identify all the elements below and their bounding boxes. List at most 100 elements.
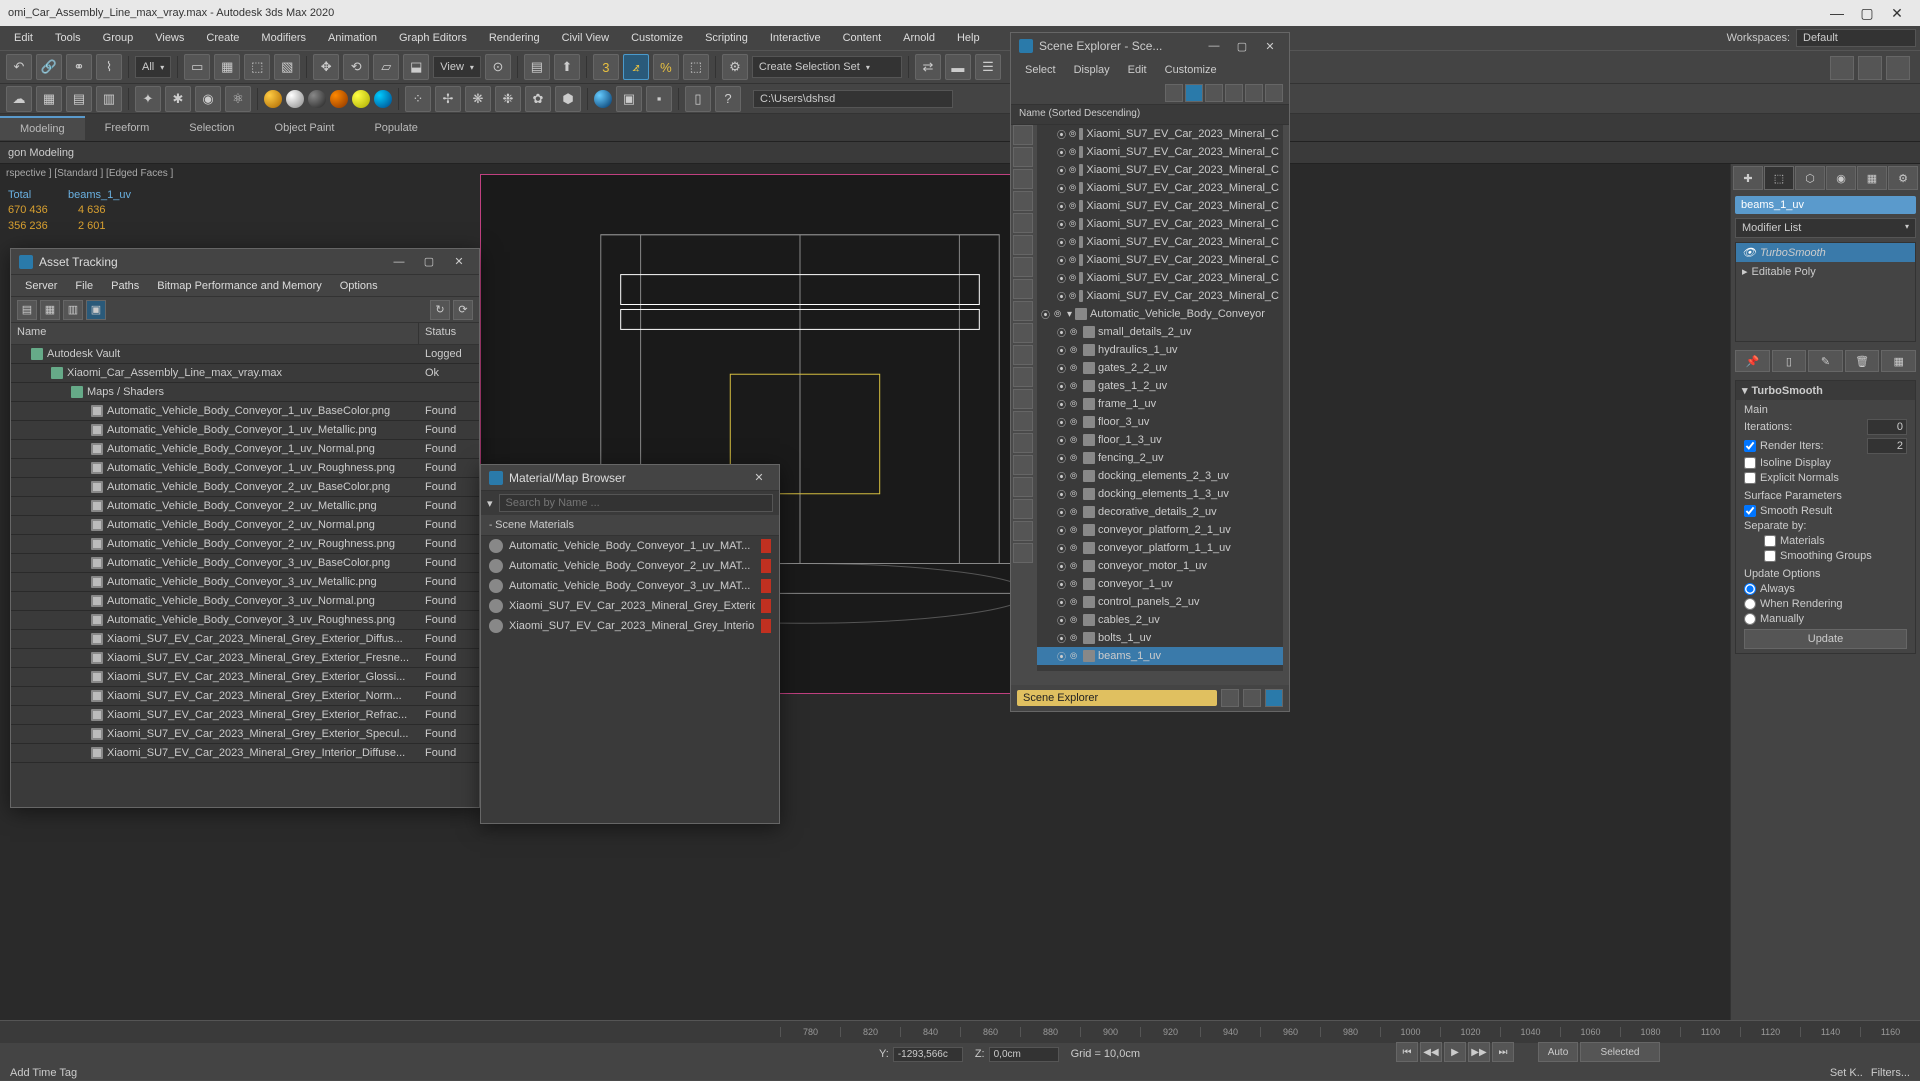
se-side-o[interactable] — [1013, 433, 1033, 453]
selection-filter[interactable]: All — [135, 56, 171, 78]
tool-d[interactable]: ✱ — [165, 86, 191, 112]
menu-customize[interactable]: Customize — [621, 29, 693, 47]
at-row[interactable]: Xiaomi_SU7_EV_Car_2023_Mineral_Grey_Exte… — [11, 687, 479, 706]
at-tb-b[interactable]: ▦ — [40, 300, 60, 320]
se-menu-select[interactable]: Select — [1017, 62, 1064, 78]
se-menu-display[interactable]: Display — [1066, 62, 1118, 78]
close-button[interactable]: ✕ — [1882, 3, 1912, 23]
select-by-name[interactable]: ▦ — [214, 54, 240, 80]
se-item[interactable]: ⦿⦾docking_elements_2_3_uv — [1037, 467, 1283, 485]
se-item[interactable]: ⦿⦾Xiaomi_SU7_EV_Car_2023_Mineral_C — [1037, 125, 1283, 143]
at-tb-sync[interactable]: ⟳ — [453, 300, 473, 320]
se-item[interactable]: ⦿⦾Xiaomi_SU7_EV_Car_2023_Mineral_C — [1037, 269, 1283, 287]
stack-turbosmooth[interactable]: 👁 TurboSmooth — [1736, 243, 1915, 262]
se-column-header[interactable]: Name (Sorted Descending) — [1011, 105, 1289, 125]
material-item[interactable]: Xiaomi_SU7_EV_Car_2023_Mineral_Grey_Exte… — [481, 596, 779, 616]
menu-help[interactable]: Help — [947, 29, 990, 47]
material-item[interactable]: Automatic_Vehicle_Body_Conveyor_3_uv_MAT… — [481, 576, 779, 596]
particle-b[interactable]: ✢ — [435, 86, 461, 112]
select-region[interactable]: ⬚ — [244, 54, 270, 80]
cp-tab-utilities[interactable]: ⚙ — [1888, 166, 1918, 190]
se-item[interactable]: ⦿⦾gates_2_2_uv — [1037, 359, 1283, 377]
at-tb-c[interactable]: ▥ — [63, 300, 83, 320]
tool-b[interactable]: ▤ — [66, 86, 92, 112]
at-row[interactable]: Xiaomi_SU7_EV_Car_2023_Mineral_Grey_Exte… — [11, 668, 479, 687]
se-item[interactable]: ⦿⦾Xiaomi_SU7_EV_Car_2023_Mineral_C — [1037, 251, 1283, 269]
selected-combo[interactable]: Selected — [1580, 1042, 1660, 1062]
set-key[interactable]: Set K.. — [1830, 1067, 1863, 1079]
se-maximize[interactable]: ▢ — [1231, 37, 1253, 55]
at-row[interactable]: Automatic_Vehicle_Body_Conveyor_1_uv_Nor… — [11, 440, 479, 459]
ribbon-tab-object paint[interactable]: Object Paint — [255, 117, 355, 139]
sphere-blue-icon[interactable] — [374, 90, 392, 108]
percent-snap[interactable]: % — [653, 54, 679, 80]
cp-tab-hierarchy[interactable]: ⬡ — [1795, 166, 1825, 190]
material-item[interactable]: Automatic_Vehicle_Body_Conveyor_1_uv_MAT… — [481, 536, 779, 556]
se-side-b[interactable] — [1013, 147, 1033, 167]
tool-i[interactable]: ▯ — [685, 86, 711, 112]
at-menu-server[interactable]: Server — [17, 278, 65, 294]
prev-frame[interactable]: ◀◀ — [1420, 1042, 1442, 1062]
se-item[interactable]: ⦿⦾small_details_2_uv — [1037, 323, 1283, 341]
se-side-l[interactable] — [1013, 367, 1033, 387]
at-row[interactable]: Automatic_Vehicle_Body_Conveyor_2_uv_Nor… — [11, 516, 479, 535]
at-maximize[interactable]: ▢ — [417, 253, 441, 271]
se-menu-customize[interactable]: Customize — [1157, 62, 1225, 78]
at-tb-d[interactable]: ▣ — [86, 300, 106, 320]
at-row[interactable]: Automatic_Vehicle_Body_Conveyor_1_uv_Met… — [11, 421, 479, 440]
se-side-r[interactable] — [1013, 499, 1033, 519]
at-row[interactable]: Xiaomi_SU7_EV_Car_2023_Mineral_Grey_Exte… — [11, 630, 479, 649]
se-item[interactable]: ⦿⦾floor_3_uv — [1037, 413, 1283, 431]
render-iters-check[interactable] — [1744, 440, 1756, 452]
material-item[interactable]: Automatic_Vehicle_Body_Conveyor_2_uv_MAT… — [481, 556, 779, 576]
se-side-n[interactable] — [1013, 411, 1033, 431]
at-row[interactable]: Xiaomi_SU7_EV_Car_2023_Mineral_Grey_Inte… — [11, 744, 479, 763]
tool-e[interactable]: ◉ — [195, 86, 221, 112]
cloud-icon[interactable]: ☁ — [6, 86, 32, 112]
help-icon[interactable]: ? — [715, 86, 741, 112]
stack-config[interactable]: ▦ — [1881, 350, 1916, 372]
sphere-grey-icon[interactable] — [308, 90, 326, 108]
play[interactable]: ▶ — [1444, 1042, 1466, 1062]
se-item[interactable]: ⦿⦾conveyor_platform_2_1_uv — [1037, 521, 1283, 539]
when-rendering-radio[interactable] — [1744, 598, 1756, 610]
se-close[interactable]: ✕ — [1259, 37, 1281, 55]
se-item[interactable]: ⦿⦾Xiaomi_SU7_EV_Car_2023_Mineral_C — [1037, 143, 1283, 161]
material-item[interactable]: Xiaomi_SU7_EV_Car_2023_Mineral_Grey_Inte… — [481, 616, 779, 636]
render-frame-icon[interactable] — [1858, 56, 1882, 80]
snap-toggle-3[interactable]: 3 — [593, 54, 619, 80]
scale-tool[interactable]: ▱ — [373, 54, 399, 80]
stack-show[interactable]: ▯ — [1772, 350, 1807, 372]
se-side-i[interactable] — [1013, 301, 1033, 321]
stack-unique[interactable]: ✎ — [1808, 350, 1843, 372]
object-name[interactable]: beams_1_uv — [1735, 196, 1916, 214]
unlink-button[interactable]: ⌇ — [96, 54, 122, 80]
smooth-result-check[interactable] — [1744, 505, 1756, 517]
menu-arnold[interactable]: Arnold — [893, 29, 945, 47]
timeline[interactable]: 7808208408608809009209409609801000102010… — [0, 1021, 1920, 1043]
menu-graph-editors[interactable]: Graph Editors — [389, 29, 477, 47]
se-side-a[interactable] — [1013, 125, 1033, 145]
sphere-white-icon[interactable] — [286, 90, 304, 108]
spinner-snap[interactable]: ⬚ — [683, 54, 709, 80]
menu-modifiers[interactable]: Modifiers — [251, 29, 316, 47]
window-crossing[interactable]: ▧ — [274, 54, 300, 80]
cp-tab-display[interactable]: ▦ — [1857, 166, 1887, 190]
light-icon[interactable]: ✦ — [135, 86, 161, 112]
align[interactable]: ▬ — [945, 54, 971, 80]
ribbon-tab-selection[interactable]: Selection — [169, 117, 254, 139]
se-item[interactable]: ⦿⦾conveyor_motor_1_uv — [1037, 557, 1283, 575]
redo-button[interactable]: 🔗 — [36, 54, 62, 80]
at-tb-a[interactable]: ▤ — [17, 300, 37, 320]
at-row[interactable]: Automatic_Vehicle_Body_Conveyor_1_uv_Bas… — [11, 402, 479, 421]
se-side-d[interactable] — [1013, 191, 1033, 211]
se-side-p[interactable] — [1013, 455, 1033, 475]
at-menu-bitmap-performance-and-memory[interactable]: Bitmap Performance and Memory — [149, 278, 329, 294]
at-row[interactable]: Automatic_Vehicle_Body_Conveyor_3_uv_Nor… — [11, 592, 479, 611]
rotate-tool[interactable]: ⟲ — [343, 54, 369, 80]
modifier-stack[interactable]: 👁 TurboSmooth ▸ Editable Poly — [1735, 242, 1916, 342]
se-tb-e[interactable] — [1265, 84, 1283, 102]
angle-snap[interactable]: ⦨ — [623, 54, 649, 80]
se-side-f[interactable] — [1013, 235, 1033, 255]
cp-tab-create[interactable]: ✚ — [1733, 166, 1763, 190]
